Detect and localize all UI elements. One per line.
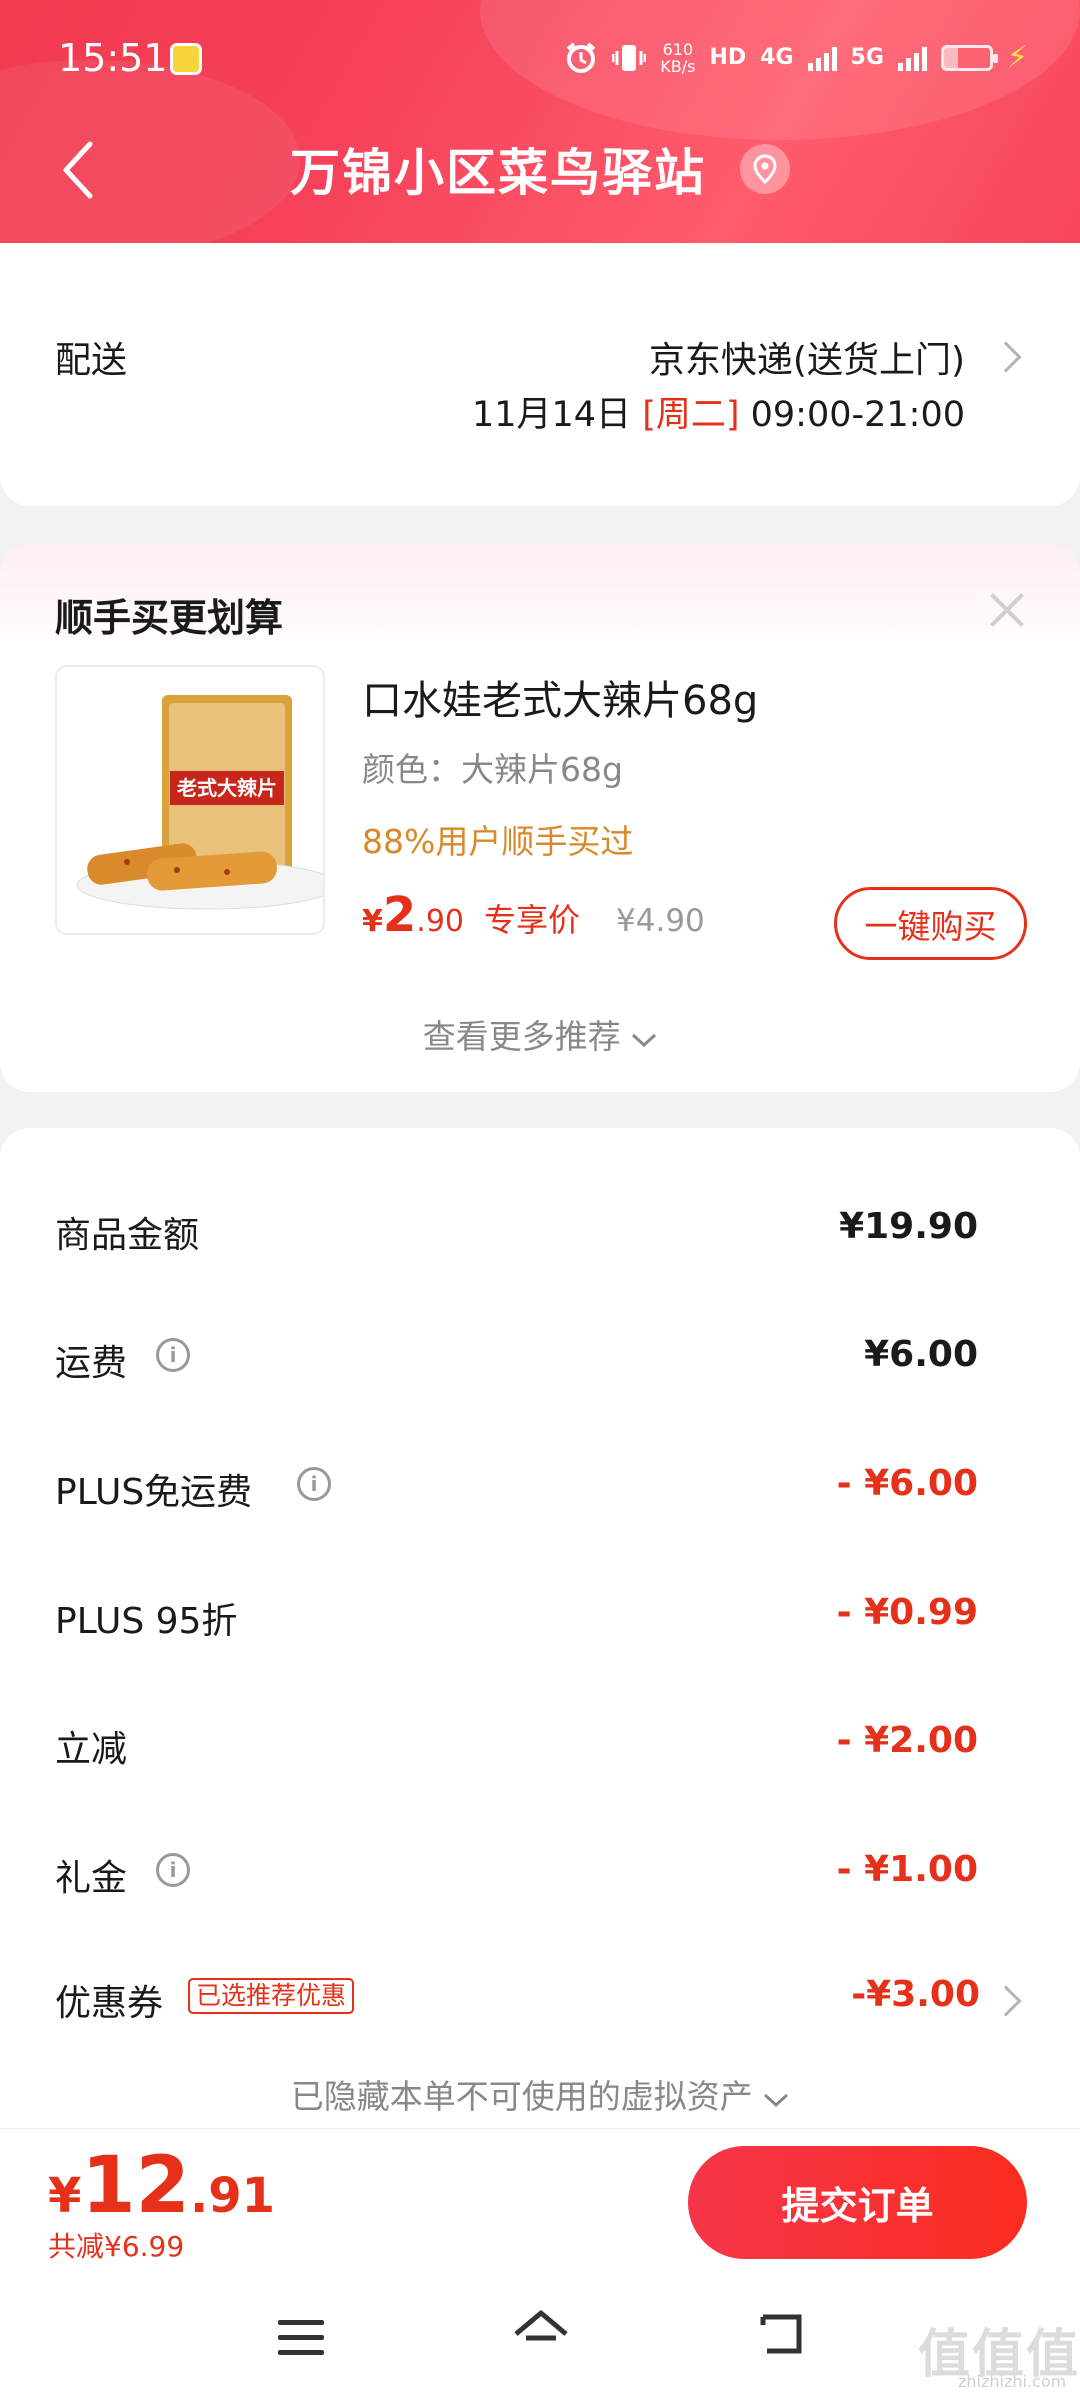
- status-icons: 610 KB/s HD 4G 5G ⚡: [564, 40, 1028, 75]
- chevron-right-icon: [990, 1985, 1022, 2017]
- delivery-label: 配送: [55, 340, 128, 381]
- status-bar: 15:51 610 KB/s HD 4G 5G ⚡: [0, 0, 1080, 120]
- alarm-icon: [567, 41, 596, 73]
- product-image[interactable]: 老式大辣片: [55, 665, 325, 935]
- summary-label-goods: 商品金额: [55, 1215, 200, 1256]
- more-recommendations[interactable]: 查看更多推荐: [0, 1010, 1080, 1058]
- delivery-card[interactable]: 配送 京东快递(送货上门) 11月14日 [周二] 09:00-21:00: [0, 243, 1080, 506]
- price-tag: 专享价: [484, 901, 581, 939]
- status-time: 15:51: [58, 36, 168, 80]
- price-decimal: .90: [416, 904, 464, 939]
- more-recommendations-label: 查看更多推荐: [422, 1017, 621, 1056]
- summary-value-coupon: -¥3.00: [851, 1974, 980, 2015]
- original-price: ¥4.90: [616, 903, 705, 939]
- submit-order-button[interactable]: 提交订单: [688, 2146, 1027, 2259]
- total-integer: 12: [81, 2141, 190, 2231]
- info-icon[interactable]: i: [297, 1467, 331, 1501]
- price-currency: ¥: [362, 904, 383, 939]
- summary-value-shipping: ¥6.00: [864, 1334, 978, 1375]
- home-icon[interactable]: [512, 2308, 570, 2360]
- summary-label-plus-free-shipping: PLUS免运费: [55, 1472, 253, 1513]
- chevron-down-icon: [632, 1033, 657, 1048]
- summary-label-coupon: 优惠券: [55, 1983, 164, 2024]
- total-saved: 共减¥6.99: [48, 2230, 185, 2263]
- summary-label-shipping: 运费: [55, 1343, 128, 1384]
- signal-icon: [897, 45, 927, 71]
- chevron-down-icon: [764, 2093, 789, 2108]
- summary-value-gift-money: - ¥1.00: [836, 1849, 978, 1890]
- delivery-method: 京东快递(送货上门): [648, 340, 965, 381]
- chevron-right-icon: [990, 341, 1022, 373]
- network-4g-label: 4G: [760, 45, 794, 70]
- summary-label-instant-reduction: 立减: [55, 1729, 128, 1770]
- location-pin-icon[interactable]: [740, 144, 790, 194]
- delivery-weekday: [周二]: [642, 395, 740, 435]
- watermark-url: zhizhizhi.com: [958, 2372, 1067, 2391]
- summary-value-plus-free-shipping: - ¥6.00: [836, 1463, 978, 1504]
- hd-icon: HD: [709, 45, 747, 70]
- one-click-buy-button[interactable]: 一键购买: [834, 887, 1027, 960]
- delivery-time-window: 09:00-21:00: [750, 395, 965, 435]
- price-integer: 2: [382, 887, 417, 943]
- summary-label-plus-discount: PLUS 95折: [55, 1601, 238, 1642]
- product-price: ¥ 2 .90 专享价 ¥4.90: [362, 887, 705, 943]
- summary-value-plus-discount: - ¥0.99: [836, 1592, 978, 1633]
- total-price: ¥12.91 共减¥6.99: [48, 2141, 275, 2265]
- menu-icon[interactable]: [278, 2320, 324, 2356]
- hidden-assets-toggle[interactable]: 已隐藏本单不可使用的虚拟资产: [0, 2070, 1080, 2118]
- total-currency: ¥: [48, 2168, 82, 2224]
- product-social-proof: 88%用户顺手买过: [362, 822, 634, 861]
- checkout-bar: ¥12.91 共减¥6.99 提交订单: [0, 2128, 1080, 2278]
- coupon-badge: 已选推荐优惠: [188, 1978, 355, 2014]
- net-speed: 610 KB/s: [660, 41, 695, 75]
- vibrate-icon: [612, 44, 647, 71]
- delivery-date: 11月14日: [471, 395, 632, 435]
- signal-icon: [807, 45, 837, 71]
- product-name[interactable]: 口水娃老式大辣片68g: [362, 668, 758, 726]
- header: 15:51 610 KB/s HD 4G 5G ⚡ 万锦小区菜鸟驿站: [0, 0, 1080, 243]
- upsell-title: 顺手买更划算: [55, 596, 284, 640]
- total-decimal: .91: [189, 2168, 275, 2224]
- back-nav-icon[interactable]: [757, 2311, 805, 2357]
- product-spec: 颜色：大辣片68g: [362, 750, 623, 789]
- net-speed-unit: KB/s: [660, 56, 696, 76]
- page-title: 万锦小区菜鸟驿站: [290, 144, 706, 202]
- charging-icon: ⚡: [1006, 40, 1028, 75]
- info-icon[interactable]: i: [156, 1853, 190, 1887]
- product-package-text: 老式大辣片: [177, 776, 277, 800]
- summary-value-goods: ¥19.90: [839, 1206, 978, 1247]
- summary-value-instant-reduction: - ¥2.00: [836, 1720, 978, 1761]
- app-notification-icon: [170, 43, 202, 75]
- hidden-assets-label: 已隐藏本单不可使用的虚拟资产: [290, 2077, 753, 2116]
- back-arrow-icon[interactable]: [58, 140, 98, 200]
- network-5g-label: 5G: [850, 45, 884, 70]
- close-icon[interactable]: [985, 588, 1029, 632]
- battery-icon: [940, 44, 998, 71]
- info-icon[interactable]: i: [156, 1338, 190, 1372]
- summary-label-gift-money: 礼金: [55, 1858, 128, 1899]
- upsell-card: 顺手买更划算 老式大辣片 口水娃老式大辣片68g 颜色：大辣片68g 88%用户…: [0, 543, 1080, 1092]
- order-summary-card: 商品金额 ¥19.90 运费 i ¥6.00 PLUS免运费 i - ¥6.00…: [0, 1128, 1080, 2128]
- delivery-time: 11月14日 [周二] 09:00-21:00: [472, 386, 965, 437]
